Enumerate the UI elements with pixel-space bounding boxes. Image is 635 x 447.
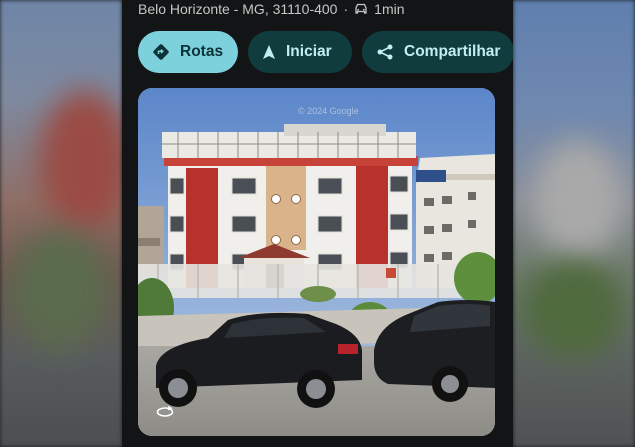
backdrop-blob (10, 230, 110, 350)
blurred-backdrop-left (0, 0, 122, 447)
directions-button[interactable]: Rotas (138, 31, 238, 73)
blurred-backdrop-right (513, 0, 635, 447)
photo-watermark: © 2024 Google (298, 106, 359, 116)
backdrop-blob (40, 90, 122, 230)
address-text: Belo Horizonte - MG, 31110-400 (138, 1, 338, 17)
navigation-arrow-icon (263, 45, 275, 59)
place-details-panel: Belo Horizonte - MG, 31110-400 · 1min Ro… (122, 0, 513, 447)
share-button[interactable]: Compartilhar (362, 31, 513, 73)
travel-time: 1min (374, 1, 405, 17)
backdrop-blob (533, 140, 623, 260)
share-label: Compartilhar (404, 43, 501, 60)
car-icon (355, 3, 367, 14)
start-label: Iniciar (286, 43, 332, 60)
share-icon (377, 44, 393, 60)
address-line: Belo Horizonte - MG, 31110-400 · 1min (138, 0, 405, 19)
directions-label: Rotas (180, 43, 224, 60)
start-navigation-button[interactable]: Iniciar (248, 31, 352, 73)
street-view-photo[interactable]: © 2024 Google (138, 88, 495, 436)
street-view-image (138, 88, 495, 436)
action-buttons: Rotas Iniciar Compartilhar (138, 31, 513, 73)
rotate-360-icon[interactable] (156, 404, 174, 418)
directions-icon (153, 44, 169, 60)
backdrop-blob (523, 260, 623, 360)
separator-dot: · (343, 1, 349, 17)
